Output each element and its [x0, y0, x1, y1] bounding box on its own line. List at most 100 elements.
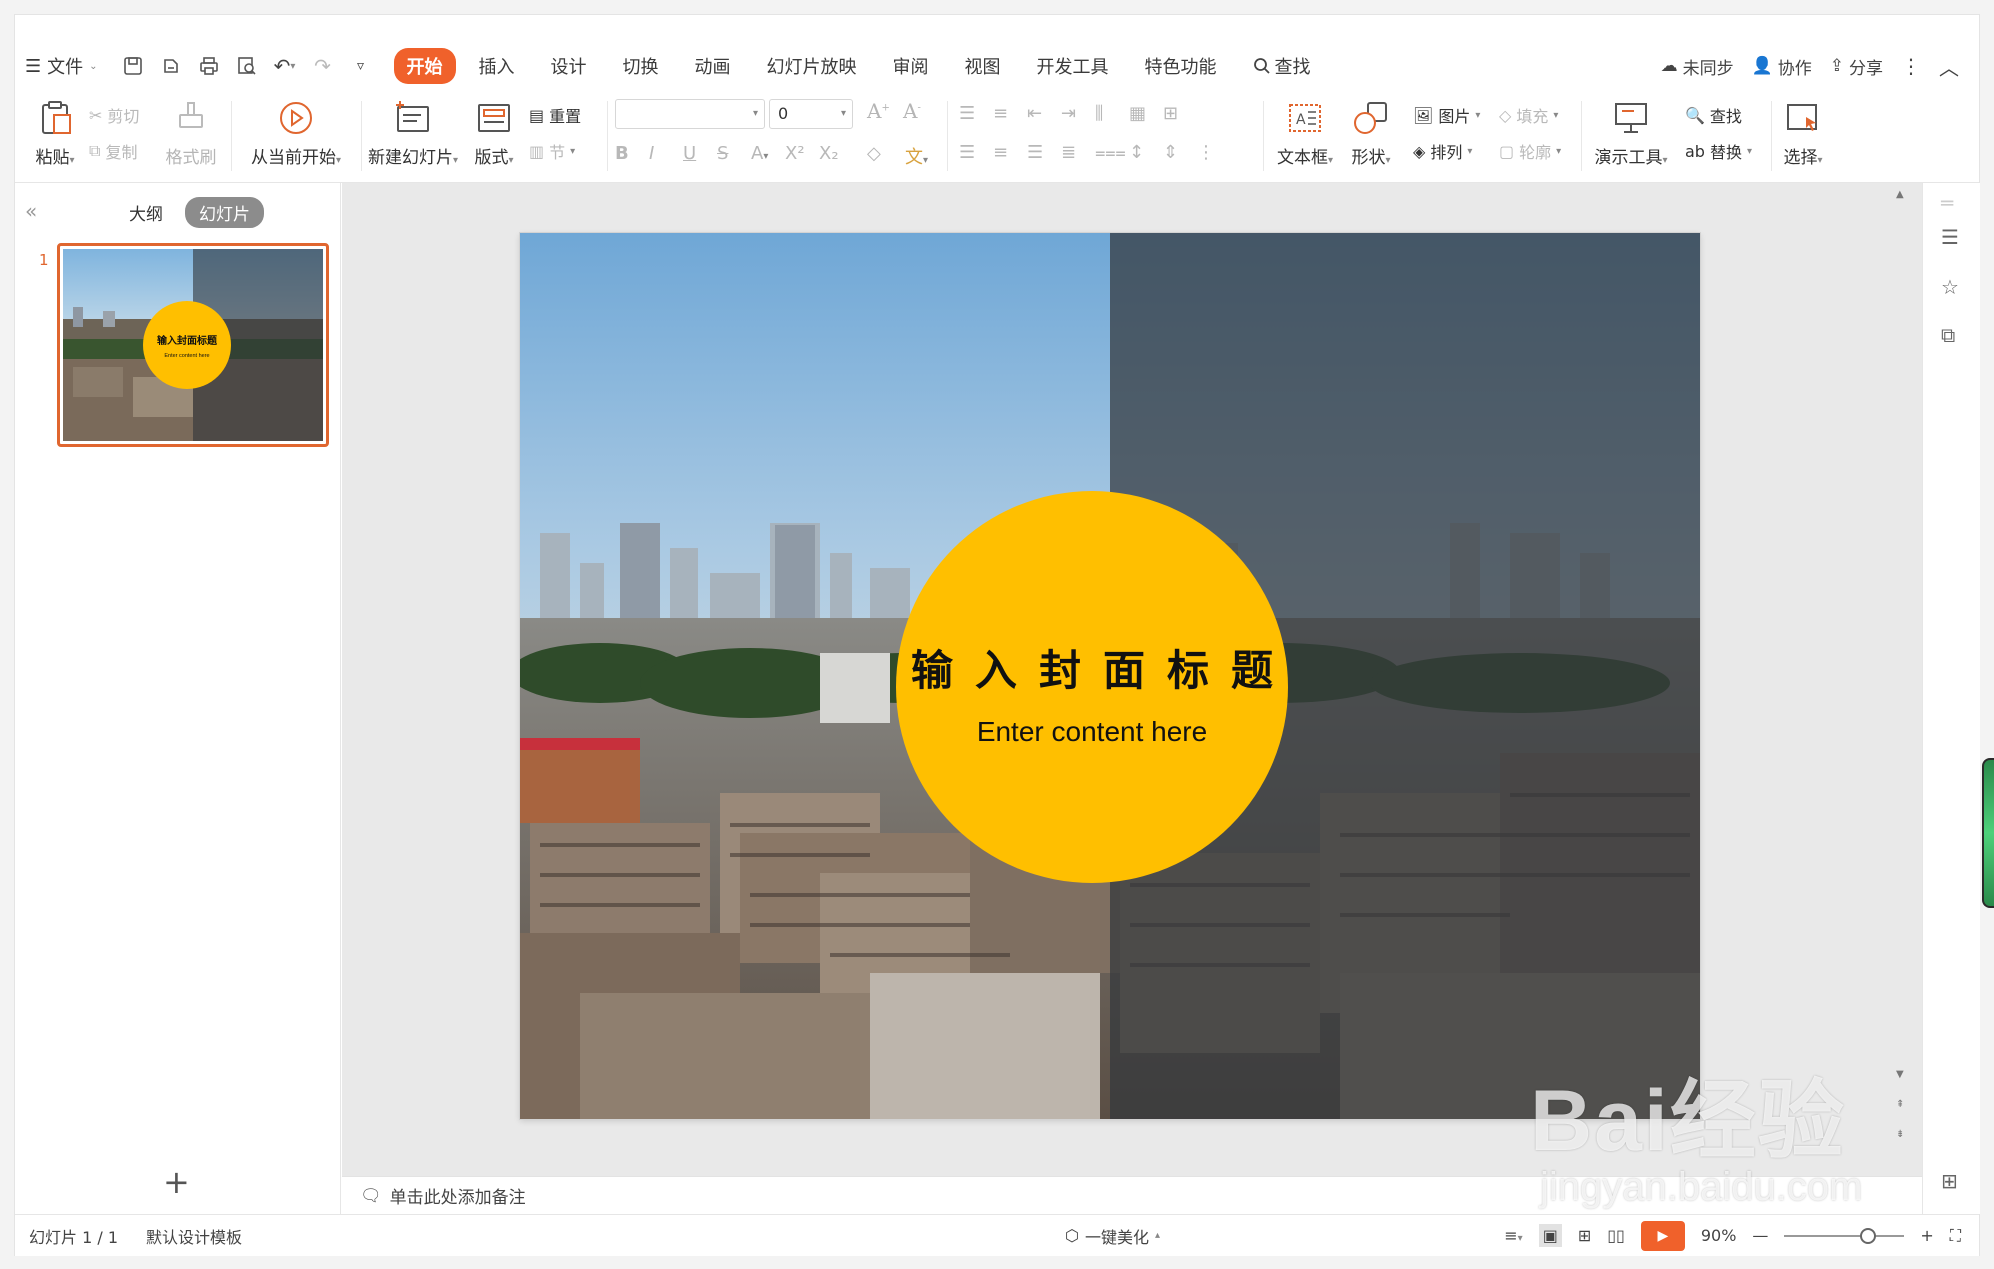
increase-indent-icon[interactable]: ⇥ — [1061, 103, 1095, 124]
slide-subtitle[interactable]: Enter content here — [977, 716, 1207, 748]
bullets-icon[interactable]: ☰ — [959, 103, 993, 124]
slide-sorter-icon[interactable]: ⊞ — [1578, 1226, 1591, 1245]
zoom-level[interactable]: 90% — [1701, 1226, 1737, 1245]
tab-design[interactable]: 设计 — [538, 48, 600, 84]
tab-home[interactable]: 开始 — [393, 48, 456, 84]
status-bar: 幻灯片 1 / 1 默认设计模板 ⬡ 一键美化 ▴ ≡▾ ▣ ⊞ ▯▯ ▶ 90… — [15, 1214, 1979, 1256]
cut-button[interactable]: ✂ 剪切 — [89, 103, 139, 127]
reset-button[interactable]: ▤ 重置 — [529, 103, 581, 127]
reset-icon: ▤ — [529, 105, 545, 125]
title-circle[interactable]: 输入封面标题 Enter content here — [896, 491, 1288, 883]
layout-button[interactable]: 版式▾ — [467, 91, 521, 168]
character-spacing-icon[interactable]: 文▾ — [905, 143, 928, 169]
zoom-slider[interactable] — [1784, 1227, 1905, 1244]
search-command[interactable]: 查找 — [1240, 48, 1324, 84]
tab-developer[interactable]: 开发工具 — [1024, 48, 1122, 84]
subscript-icon[interactable]: X₂ — [819, 143, 853, 164]
font-name-select[interactable]: ▾ — [615, 99, 765, 129]
underline-icon[interactable]: U — [683, 143, 717, 164]
paragraph-settings-icon[interactable]: ⋮ — [1197, 142, 1231, 163]
collapse-panel-icon[interactable]: « — [25, 199, 37, 223]
tab-outline[interactable]: 大纲 — [115, 197, 177, 228]
paragraph-spacing-icon[interactable]: ⇕ — [1163, 142, 1197, 163]
template-name[interactable]: 默认设计模板 — [146, 1224, 256, 1248]
fit-window-icon[interactable]: ⛶ — [1950, 1226, 1961, 1246]
textbox-button[interactable]: A 文本框▾ — [1267, 91, 1343, 168]
bold-icon[interactable]: B — [615, 143, 649, 164]
star-icon[interactable]: ☆ — [1941, 275, 1959, 299]
replace-button[interactable]: ab 替换 ▾ — [1685, 139, 1752, 163]
add-slide-button[interactable]: + — [163, 1163, 190, 1201]
format-painter-button[interactable]: 格式刷 — [161, 91, 221, 168]
grid-apps-icon[interactable]: ⊞ — [1941, 1169, 1958, 1193]
sync-button[interactable]: ☁ 未同步 — [1661, 54, 1734, 79]
zoom-in-icon[interactable]: + — [1920, 1226, 1933, 1245]
beautify-button[interactable]: ⬡ 一键美化 ▴ — [1065, 1224, 1160, 1248]
align-left-icon[interactable]: ☰ — [959, 142, 993, 163]
notes-toggle-icon[interactable]: ≡▾ — [1504, 1226, 1522, 1245]
distribute-icon[interactable]: ⩶ — [1095, 142, 1129, 163]
align-right-icon[interactable]: ☰ — [1027, 142, 1061, 163]
align-text-icon[interactable]: ⊞ — [1163, 103, 1197, 124]
copy-button[interactable]: ⧉ 复制 — [89, 139, 137, 163]
print-preview-icon[interactable] — [230, 49, 264, 83]
font-color-icon[interactable]: A▾ — [751, 143, 785, 164]
redo-icon[interactable]: ↷ — [306, 49, 340, 83]
tab-insert[interactable]: 插入 — [466, 48, 528, 84]
tab-special-features[interactable]: 特色功能 — [1132, 48, 1230, 84]
text-direction-icon[interactable]: ⫼ — [1095, 103, 1129, 124]
play-slideshow-button[interactable]: ▶ — [1640, 1220, 1685, 1251]
shape-button[interactable]: 形状▾ — [1343, 91, 1399, 168]
decrease-indent-icon[interactable]: ⇤ — [1027, 103, 1061, 124]
customize-toolbar-icon[interactable]: ▿ — [344, 49, 378, 83]
normal-view-icon[interactable]: ▣ — [1538, 1224, 1562, 1247]
new-slide-button[interactable]: 新建幻灯片▾ — [365, 91, 461, 168]
paste-button[interactable]: 粘贴▾ — [29, 91, 81, 168]
more-options-icon[interactable]: ⋮ — [1901, 54, 1921, 78]
tab-view[interactable]: 视图 — [952, 48, 1014, 84]
print-icon[interactable] — [192, 49, 226, 83]
tab-transitions[interactable]: 切换 — [610, 48, 672, 84]
section-button[interactable]: ▥ 节 ▾ — [529, 139, 575, 163]
arrange-button[interactable]: ◈ 排列 ▾ — [1413, 139, 1472, 163]
find-button[interactable]: 🔍 查找 — [1685, 103, 1742, 127]
play-from-current-button[interactable]: 从当前开始▾ — [241, 91, 351, 168]
justify-icon[interactable]: ≣ — [1061, 142, 1095, 163]
superscript-icon[interactable]: X² — [785, 143, 819, 164]
undo-icon[interactable]: ↶ ▾ — [268, 49, 302, 83]
presenter-tools-button[interactable]: 演示工具▾ — [1585, 91, 1677, 168]
share-button[interactable]: ⇪ 分享 — [1830, 54, 1883, 79]
tab-animations[interactable]: 动画 — [682, 48, 744, 84]
vertical-scrollbar[interactable]: ▲ ▼ ⇞ ⇟ — [1896, 189, 1908, 1149]
increase-font-icon[interactable]: A+ — [867, 99, 890, 123]
tab-slides[interactable]: 幻灯片 — [185, 197, 264, 228]
transform-icon[interactable]: ⧉ — [1941, 323, 1955, 347]
tab-review[interactable]: 审阅 — [880, 48, 942, 84]
fill-button[interactable]: ◇ 填充 ▾ — [1499, 103, 1558, 127]
decrease-font-icon[interactable]: A- — [903, 99, 921, 123]
picture-button[interactable]: 🖼 图片 ▾ — [1413, 103, 1480, 127]
zoom-out-icon[interactable]: — — [1752, 1226, 1768, 1245]
outline-button[interactable]: ▢ 轮廓 ▾ — [1499, 139, 1561, 163]
select-button[interactable]: 选择▾ — [1775, 91, 1831, 168]
font-size-select[interactable]: 0 ▾ — [769, 99, 853, 129]
slide-thumbnail[interactable]: 输入封面标题 Enter content here — [57, 243, 329, 447]
zoom-slider-knob[interactable] — [1860, 1227, 1877, 1244]
tab-slideshow[interactable]: 幻灯片放映 — [754, 48, 870, 84]
file-menu-button[interactable]: ☰ 文件 ⌄ — [15, 48, 108, 84]
collaborate-button[interactable]: 👤 协作 — [1752, 54, 1812, 79]
align-center-icon[interactable]: ≡ — [993, 142, 1027, 163]
slide-title[interactable]: 输入封面标题 — [889, 637, 1295, 698]
collapse-ribbon-icon[interactable]: ︿ — [1939, 52, 1959, 81]
numbering-icon[interactable]: ≡ — [993, 103, 1027, 124]
italic-icon[interactable]: I — [649, 143, 683, 164]
strikethrough-icon[interactable]: S — [717, 143, 751, 164]
clear-format-icon[interactable]: ◇ — [867, 143, 881, 164]
reading-view-icon[interactable]: ▯▯ — [1607, 1226, 1625, 1245]
slide[interactable]: 输入封面标题 Enter content here — [520, 233, 1700, 1119]
settings-sliders-icon[interactable]: ☰ — [1941, 225, 1959, 249]
save-icon[interactable] — [116, 49, 150, 83]
line-spacing-icon[interactable]: ↕ — [1129, 142, 1163, 163]
export-icon[interactable] — [154, 49, 188, 83]
columns-icon[interactable]: ▦ — [1129, 103, 1163, 124]
